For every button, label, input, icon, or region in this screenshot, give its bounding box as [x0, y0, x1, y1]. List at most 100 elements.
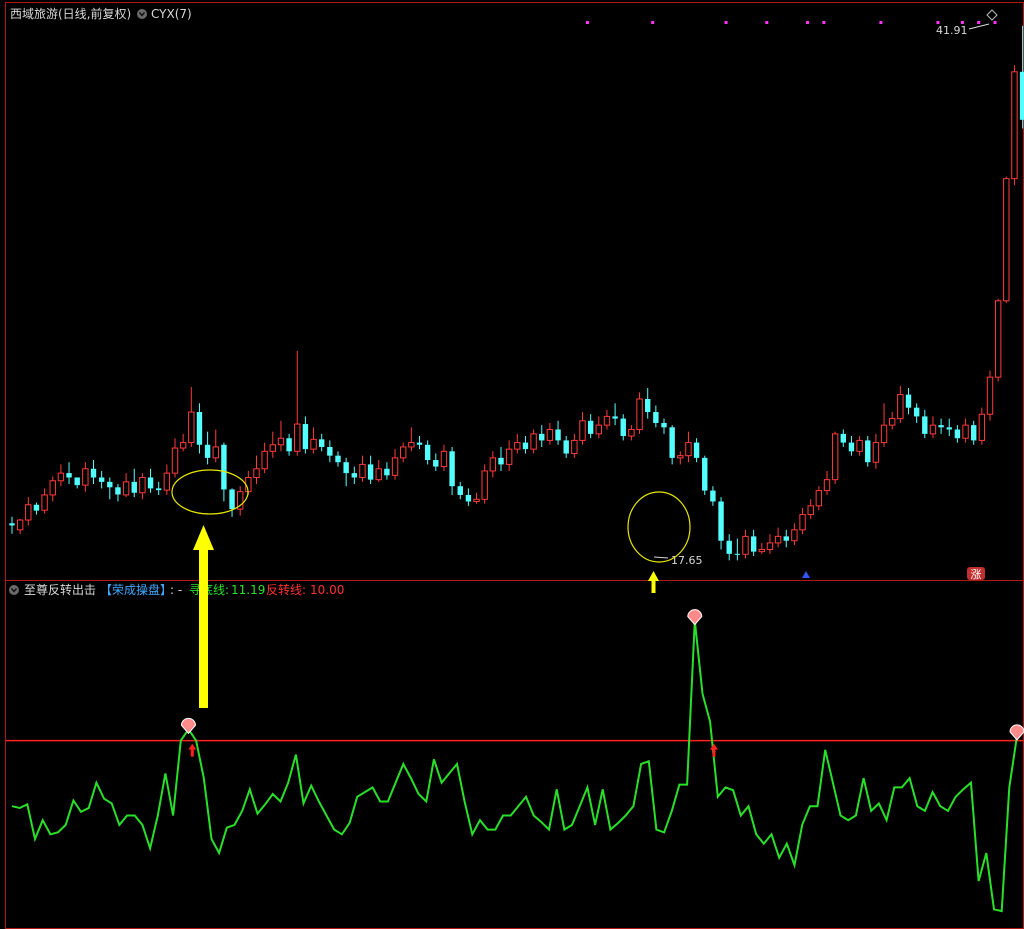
signal-arrow-2 [648, 571, 659, 593]
candle [766, 534, 774, 554]
line1-name: 寻底线: [189, 582, 229, 597]
candle [90, 460, 97, 485]
candle-body [612, 416, 618, 419]
candle-body [408, 442, 415, 448]
candle-body [221, 444, 227, 490]
candle-body [351, 473, 357, 478]
candle-body [302, 424, 309, 450]
candle [302, 416, 309, 454]
candle [139, 473, 146, 500]
candle-body [938, 425, 944, 428]
candle-body [1011, 71, 1018, 180]
candle [799, 508, 806, 535]
candle-body [473, 498, 480, 502]
candle [922, 409, 928, 439]
candle-body [171, 447, 179, 474]
candle-body [465, 494, 472, 502]
candle [204, 431, 211, 465]
candle-body [913, 407, 920, 417]
indicator-name[interactable]: CYX(7) [151, 7, 192, 21]
candle-body [49, 480, 56, 496]
candle-body [522, 442, 529, 450]
candle-body [718, 501, 724, 541]
candle-body [433, 460, 439, 467]
candle [188, 386, 195, 447]
candle [774, 527, 782, 548]
candle [685, 431, 692, 463]
candle [424, 440, 431, 465]
candle-body [261, 450, 268, 470]
candle-body [628, 429, 635, 437]
candle [563, 436, 569, 458]
candle-body [115, 487, 121, 495]
candle [530, 429, 537, 454]
signal-dot [993, 21, 997, 24]
candle [579, 412, 586, 445]
candle-body [33, 504, 40, 511]
candle [971, 420, 977, 445]
candle-body [319, 439, 325, 447]
candle-body [889, 418, 896, 426]
candle-body [343, 462, 349, 474]
candle-body [335, 455, 341, 463]
candle [595, 416, 602, 439]
svg-text:涨: 涨 [971, 568, 982, 581]
candle-body [440, 450, 448, 468]
candle [384, 462, 390, 480]
line1-value: 11.19 [231, 583, 265, 597]
candle [571, 433, 578, 458]
candle [367, 455, 374, 485]
candle [489, 451, 497, 478]
candle-body [131, 481, 137, 493]
candle [286, 433, 292, 456]
low-price-pointer [653, 556, 669, 559]
candle-body [277, 437, 285, 446]
candle-body [204, 444, 211, 458]
candle [16, 518, 24, 535]
signal-dot [806, 21, 810, 24]
candle [783, 529, 789, 548]
chart-canvas: 西域旅游(日线,前复权) CYX(7) 41.91 17.65 涨 至尊反转出击… [5, 2, 1024, 929]
candle [319, 433, 325, 452]
candle [815, 486, 823, 511]
candle [913, 403, 920, 423]
candle-body [636, 398, 643, 431]
candle-body [831, 433, 839, 481]
candle-body [416, 442, 423, 445]
candle [481, 464, 488, 504]
indicator-toggle-icon-2[interactable] [9, 585, 19, 595]
candle [620, 414, 626, 441]
candle-body [946, 427, 952, 430]
candle [277, 420, 285, 452]
candle-body [954, 429, 961, 439]
candle [880, 403, 888, 447]
candle [433, 453, 439, 471]
candle [823, 470, 831, 495]
candle-body [693, 442, 700, 458]
candle [946, 418, 952, 437]
candle [457, 481, 463, 500]
candle-body [139, 476, 146, 494]
bottom-finding-line [11, 620, 1018, 913]
candle-body [25, 504, 32, 521]
candle-body [742, 535, 749, 555]
candle-body [971, 425, 977, 441]
indicator-toggle-icon[interactable] [137, 9, 147, 19]
indicator-separator: : - [170, 583, 182, 597]
candle-body [807, 505, 814, 516]
candle-body [620, 418, 626, 437]
candle-body [359, 463, 366, 478]
high-price-label: 41.91 [936, 24, 968, 37]
candle-body [872, 442, 880, 463]
candle [253, 455, 260, 485]
candle [758, 542, 765, 554]
candle-body [661, 422, 667, 428]
diamond-icon[interactable] [986, 9, 998, 21]
indicator-panel-frame [5, 580, 1024, 929]
candle-body [41, 494, 48, 511]
candle-body [481, 470, 488, 500]
candle-body [367, 464, 374, 480]
candle-body [823, 479, 831, 492]
candle-body [98, 477, 105, 482]
candle [41, 488, 48, 514]
